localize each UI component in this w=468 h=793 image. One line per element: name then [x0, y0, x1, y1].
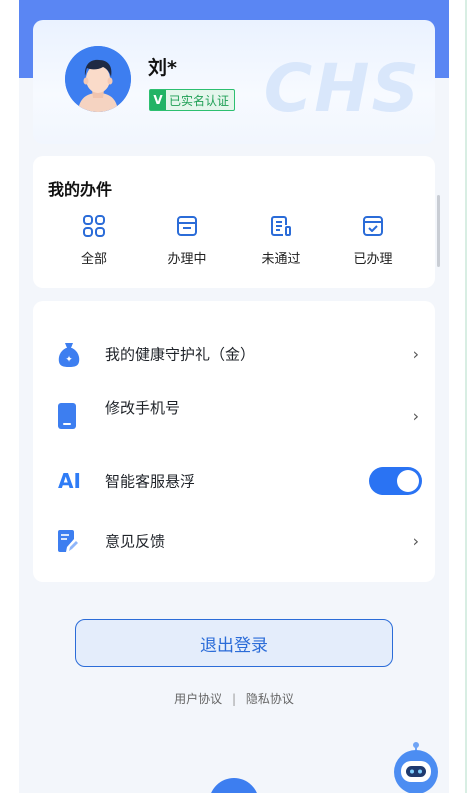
user-name: 刘*	[148, 57, 177, 79]
affair-done[interactable]: 已办理	[333, 214, 413, 267]
menu-item-label: 修改手机号	[105, 399, 181, 418]
affairs-title: 我的办件	[48, 180, 113, 199]
my-affairs-card: 我的办件 全部 办理中 未通过 已办理	[33, 156, 435, 288]
folder-icon	[177, 216, 197, 236]
verified-check-icon: V	[150, 90, 166, 110]
bottom-nav-button[interactable]	[209, 778, 259, 793]
chs-watermark: CHS	[263, 50, 421, 127]
menu-item-label: 智能客服悬浮	[105, 472, 196, 491]
grid-icon	[83, 215, 105, 237]
app-screen: CHS 刘* V 已实名认证 我的办件 全部 办理中 未通过 已办理 ✦ 我的健…	[19, 0, 449, 793]
feedback-icon	[58, 530, 78, 552]
affair-all-label: 全部	[80, 252, 107, 267]
verified-label: 已实名认证	[169, 93, 230, 108]
menu-item-change-phone[interactable]: 修改手机号 ›	[33, 391, 435, 441]
window-edge	[465, 0, 467, 793]
scrollbar[interactable]	[437, 195, 440, 267]
affair-processing-label: 办理中	[167, 252, 207, 267]
affair-done-label: 已办理	[353, 252, 393, 267]
menu-item-health-gift[interactable]: ✦ 我的健康守护礼（金） ›	[33, 329, 435, 379]
affair-rejected[interactable]: 未通过	[241, 214, 321, 267]
affairs-grid: 全部 办理中 未通过 已办理	[33, 214, 435, 274]
chevron-right-icon: ›	[412, 531, 419, 551]
affair-processing[interactable]: 办理中	[147, 214, 227, 267]
affair-rejected-label: 未通过	[261, 252, 301, 267]
logout-button[interactable]: 退出登录	[75, 619, 393, 667]
menu-item-label: 意见反馈	[105, 532, 166, 551]
phone-icon	[58, 403, 76, 429]
user-agreement-link[interactable]: 用户协议	[174, 692, 222, 706]
avatar-person-icon	[65, 46, 131, 112]
footer-separator: |	[231, 692, 237, 706]
privacy-policy-link[interactable]: 隐私协议	[246, 692, 294, 706]
ai-assistant-robot-icon[interactable]	[392, 742, 440, 793]
chevron-right-icon: ›	[412, 344, 419, 364]
menu-item-ai-service: AI 智能客服悬浮	[33, 456, 435, 506]
avatar[interactable]	[65, 46, 131, 112]
verified-badge: V 已实名认证	[149, 89, 236, 111]
ai-service-toggle[interactable]	[369, 467, 422, 495]
check-folder-icon	[363, 216, 383, 236]
settings-menu-card: ✦ 我的健康守护礼（金） › 修改手机号 › AI 智能客服悬浮 意见反馈 ›	[33, 301, 435, 582]
footer-links: 用户协议 | 隐私协议	[19, 690, 449, 707]
svg-text:✦: ✦	[65, 355, 73, 365]
affair-all[interactable]: 全部	[54, 214, 134, 267]
gift-bag-icon: ✦	[58, 343, 80, 367]
menu-item-label: 我的健康守护礼（金）	[105, 345, 256, 364]
chevron-right-icon: ›	[412, 406, 419, 426]
profile-card[interactable]: CHS 刘* V 已实名认证	[33, 20, 435, 144]
document-edit-icon	[271, 216, 291, 236]
ai-icon: AI	[58, 469, 81, 493]
menu-item-feedback[interactable]: 意见反馈 ›	[33, 516, 435, 566]
toggle-knob	[397, 470, 419, 492]
